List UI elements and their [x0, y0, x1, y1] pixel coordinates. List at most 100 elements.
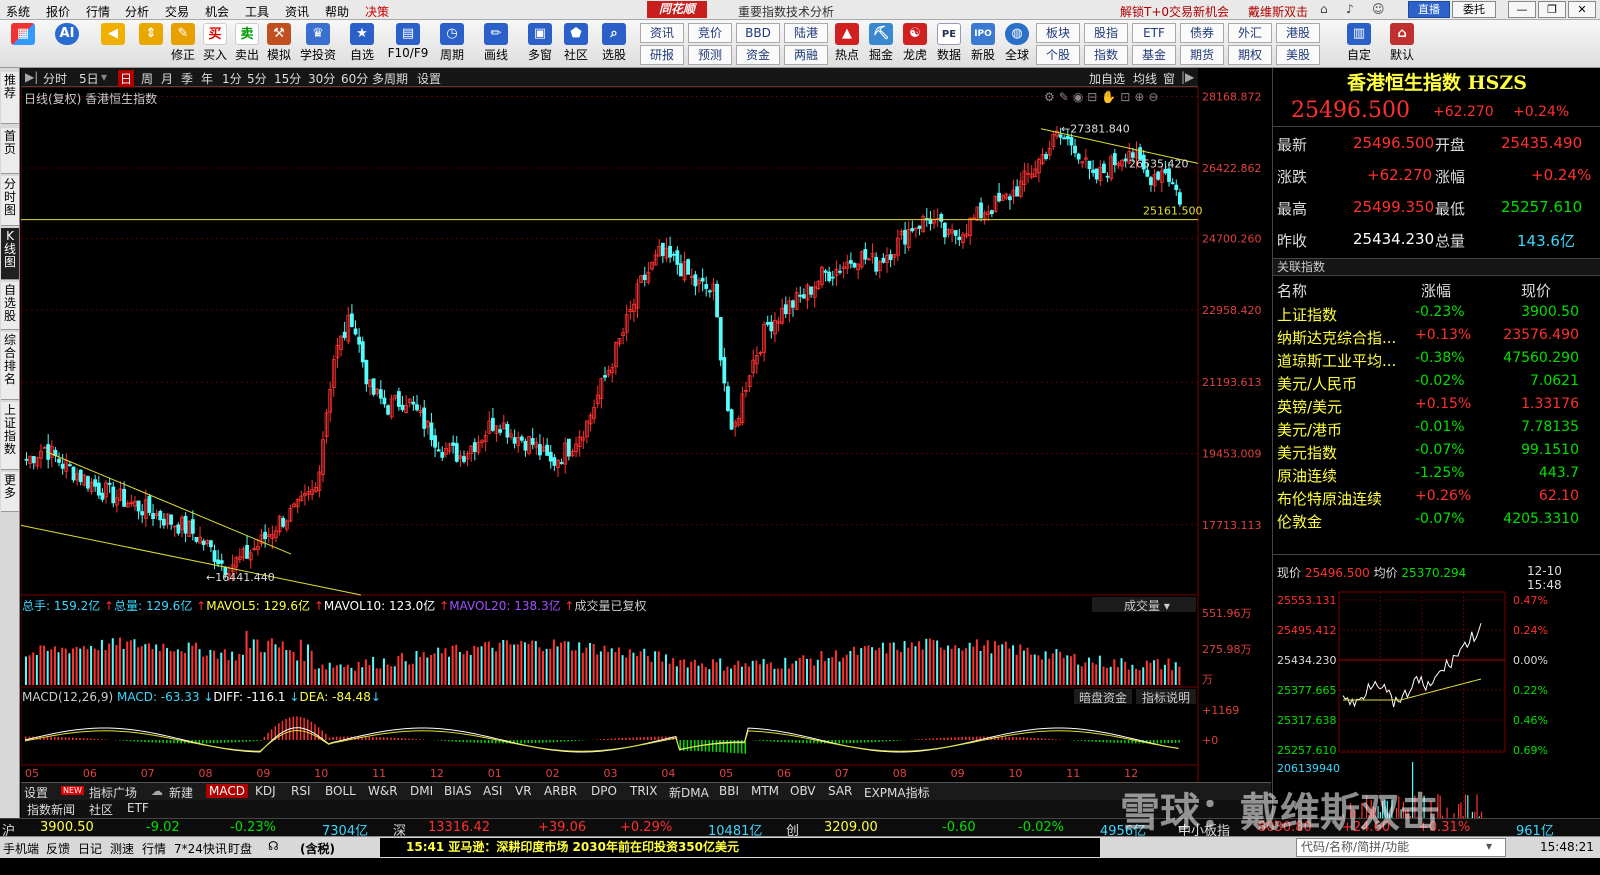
user-icon[interactable]: ☺: [1372, 2, 1385, 16]
ind-bbi[interactable]: BBI: [719, 784, 739, 798]
sell-button[interactable]: 卖卖出: [230, 22, 264, 68]
menu-quote[interactable]: 报价: [46, 3, 70, 20]
hotspot-button[interactable]: ▲ 热点: [830, 22, 864, 68]
related-row[interactable]: 美元/港币 -0.01% 7.78135: [1277, 419, 1597, 441]
draw-button[interactable]: ✏ 画线: [478, 22, 514, 68]
nav-updown[interactable]: ⇕: [134, 22, 168, 68]
related-row[interactable]: 英镑/美元 +0.15% 1.33176: [1277, 396, 1597, 418]
btn-margin[interactable]: 两融: [784, 45, 828, 65]
ind-wr[interactable]: W&R: [368, 784, 398, 798]
related-row[interactable]: 布伦特原油连续 +0.26% 62.10: [1277, 488, 1597, 510]
close-icon[interactable]: ✕: [1568, 1, 1596, 18]
minimize-icon[interactable]: —: [1508, 1, 1536, 18]
ind-obv[interactable]: OBV: [790, 784, 816, 798]
period-week[interactable]: 周: [141, 70, 153, 87]
btn-funds[interactable]: 资金: [736, 45, 780, 65]
add-watch-button[interactable]: 加自选: [1089, 70, 1125, 87]
status-feedback[interactable]: 反馈: [46, 840, 70, 857]
btn-forex[interactable]: 外汇: [1228, 23, 1272, 43]
menu-tools[interactable]: 工具: [245, 3, 269, 20]
ind-asi[interactable]: ASI: [483, 784, 502, 798]
related-row[interactable]: 美元指数 -0.07% 99.1510: [1277, 442, 1597, 464]
btn-index-futures[interactable]: 股指: [1084, 23, 1128, 43]
ind-new[interactable]: 新建: [169, 784, 193, 801]
period-60min[interactable]: 60分: [341, 70, 368, 87]
buy-button[interactable]: 买买入: [198, 22, 232, 68]
btn-fund[interactable]: 基金: [1132, 45, 1176, 65]
ind-sar[interactable]: SAR: [828, 784, 852, 798]
period-intraday[interactable]: 分时: [43, 70, 67, 87]
related-row[interactable]: 道琼斯工业平均... -0.38% 47560.290: [1277, 350, 1597, 372]
ai-button[interactable]: AI: [50, 22, 84, 68]
tab-watchlist[interactable]: 自选股: [1, 282, 19, 330]
data-button[interactable]: PE 数据: [932, 22, 966, 68]
period-5min[interactable]: 5分: [247, 70, 267, 87]
btn-news[interactable]: 资讯: [640, 23, 684, 43]
ind-bias[interactable]: BIAS: [444, 784, 472, 798]
related-row[interactable]: 上证指数 -0.23% 3900.50: [1277, 304, 1597, 326]
volume-dropdown[interactable]: 成交量 ▾: [1092, 597, 1196, 613]
ind-arbr[interactable]: ARBR: [544, 784, 577, 798]
btn-forecast[interactable]: 预测: [688, 45, 732, 65]
tab-recommend[interactable]: 推荐: [1, 72, 19, 124]
default-button[interactable]: ⌂ 默认: [1384, 22, 1420, 68]
related-row[interactable]: 原油连续 -1.25% 443.7: [1277, 465, 1597, 487]
ipo-button[interactable]: IPO 新股: [966, 22, 1000, 68]
status-diary[interactable]: 日记: [78, 840, 102, 857]
simulate-button[interactable]: ⚒ 模拟: [262, 22, 296, 68]
period-15min[interactable]: 15分: [274, 70, 301, 87]
btn-hk-connect[interactable]: 陆港: [784, 23, 828, 43]
subtab-community[interactable]: 社区: [89, 801, 113, 818]
fix-button[interactable]: ✎ 修正: [166, 22, 200, 68]
multiwin-button[interactable]: ▣ 多窗: [522, 22, 558, 68]
window-button[interactable]: 窗: [1163, 70, 1175, 87]
community-button[interactable]: ⬟ 社区: [560, 22, 592, 68]
play-icon[interactable]: ▶|: [25, 70, 38, 84]
ind-dpo[interactable]: DPO: [591, 784, 617, 798]
related-row[interactable]: 伦敦金 -0.07% 4205.3310: [1277, 511, 1597, 533]
tab-intraday[interactable]: 分时图: [1, 176, 19, 226]
ind-kdj[interactable]: KDJ: [255, 784, 276, 798]
btn-sector[interactable]: 板块: [1036, 23, 1080, 43]
btn-bond[interactable]: 债券: [1180, 23, 1224, 43]
promo-link-davis[interactable]: 戴维斯双击: [1248, 3, 1308, 20]
status-flash[interactable]: 7*24快讯: [174, 840, 227, 857]
dragon-button[interactable]: ☯ 龙虎: [898, 22, 932, 68]
btn-auction[interactable]: 竞价: [688, 23, 732, 43]
ind-expma[interactable]: EXPMA指标: [864, 784, 930, 801]
watchlist-button[interactable]: ★ 自选: [344, 22, 380, 68]
period-button[interactable]: ◷ 周期: [434, 22, 470, 68]
btn-options[interactable]: 期权: [1228, 45, 1272, 65]
ind-macd[interactable]: MACD: [206, 784, 248, 798]
menu-trade[interactable]: 交易: [165, 3, 189, 20]
related-row[interactable]: 美元/人民币 -0.02% 7.0621: [1277, 373, 1597, 395]
learn-button[interactable]: ♛ 学投资: [298, 22, 338, 68]
period-multi[interactable]: 多周期: [372, 70, 408, 87]
ind-square[interactable]: 指标广场: [89, 784, 137, 801]
menu-analysis[interactable]: 分析: [125, 3, 149, 20]
dark-pool-button[interactable]: 暗盘资金: [1074, 689, 1132, 705]
status-speedtest[interactable]: 测速: [110, 840, 134, 857]
menu-news[interactable]: 资讯: [285, 3, 309, 20]
btn-etf[interactable]: ETF: [1132, 23, 1176, 43]
ind-settings[interactable]: 设置: [24, 784, 48, 801]
menu-opportunity[interactable]: 机会: [205, 3, 229, 20]
expand-icon[interactable]: |▶: [1181, 70, 1194, 84]
search-input[interactable]: 代码/名称/简拼/功能: [1296, 838, 1506, 857]
ind-rsi[interactable]: RSI: [291, 784, 311, 798]
period-settings[interactable]: 设置: [417, 70, 441, 87]
ind-vr[interactable]: VR: [515, 784, 532, 798]
btn-bbd[interactable]: BBD: [736, 23, 780, 43]
indicator-help-button[interactable]: 指标说明: [1136, 689, 1196, 705]
btn-hk-stock[interactable]: 港股: [1276, 23, 1320, 43]
consign-button[interactable]: 委托: [1452, 1, 1496, 18]
global-button[interactable]: ◍ 全球: [1000, 22, 1034, 68]
tab-sh-index[interactable]: 上证指数: [1, 402, 19, 470]
subtab-etf[interactable]: ETF: [127, 801, 149, 815]
ind-mtm[interactable]: MTM: [751, 784, 779, 798]
status-mobile[interactable]: 手机端: [3, 840, 39, 857]
btn-us-stock[interactable]: 美股: [1276, 45, 1320, 65]
period-quarter[interactable]: 季: [181, 70, 193, 87]
restore-icon[interactable]: ❐: [1538, 1, 1566, 18]
status-watch[interactable]: 盯盘: [228, 840, 252, 857]
